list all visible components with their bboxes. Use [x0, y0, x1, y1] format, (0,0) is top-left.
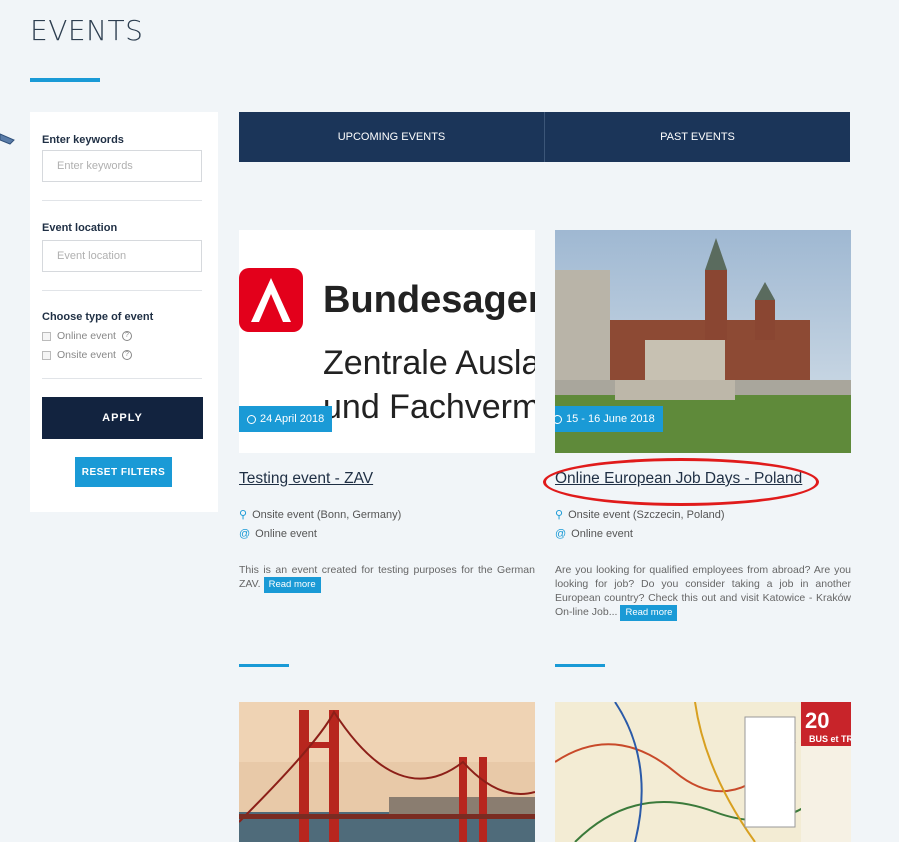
keywords-label: Enter keywords: [42, 134, 124, 146]
divider: [42, 290, 202, 291]
event-title-link[interactable]: Testing event - ZAV: [239, 470, 373, 488]
reset-filters-button[interactable]: RESET FILTERS: [75, 457, 172, 487]
event-date: 24 April 2018: [260, 413, 325, 425]
event-date: 15 - 16 June 2018: [566, 413, 655, 425]
onsite-location: Onsite event (Bonn, Germany): [252, 508, 402, 521]
help-circle-icon[interactable]: ?: [121, 350, 132, 360]
logo-line-3: und Fachvermi: [323, 388, 535, 426]
tab-upcoming-events[interactable]: UPCOMING EVENTS: [239, 112, 545, 162]
read-more-button[interactable]: Read more: [620, 605, 678, 621]
onsite-info: ⚲ Onsite event (Szczecin, Poland): [555, 508, 725, 522]
location-label: Event location: [42, 222, 118, 234]
onsite-location: Onsite event (Szczecin, Poland): [568, 508, 725, 521]
logo-line-2: Zentrale Auslan: [323, 344, 535, 382]
map-pin-icon: ⚲: [239, 509, 248, 521]
online-info: @ Online event: [555, 528, 633, 540]
logo-line-1: Bundesagen: [323, 279, 535, 321]
checkbox-icon[interactable]: [42, 331, 51, 341]
onsite-event-checkbox[interactable]: Onsite event ?: [42, 349, 132, 361]
online-event-checkbox[interactable]: Online event ?: [42, 330, 132, 342]
read-more-button[interactable]: Read more: [263, 577, 321, 593]
onsite-info: ⚲ Onsite event (Bonn, Germany): [239, 508, 402, 522]
decorative-pencil-icon: [0, 133, 15, 145]
page-title: EVENTS: [30, 14, 144, 47]
event-type-label: Choose type of event: [42, 311, 154, 323]
divider: [42, 200, 202, 201]
location-input[interactable]: [42, 240, 202, 272]
help-circle-icon[interactable]: ?: [121, 331, 132, 341]
online-info: @ Online event: [239, 528, 317, 540]
transit-map-image: 20 BUS et TR: [555, 702, 851, 842]
clock-icon: [247, 414, 256, 424]
card-underline: [555, 664, 605, 667]
map-badge-text: BUS et TR: [809, 734, 851, 744]
date-badge: 24 April 2018: [239, 406, 333, 432]
event-image[interactable]: Bundesagen Zentrale Auslan und Fachvermi…: [239, 230, 535, 453]
clock-icon: [555, 414, 562, 424]
event-image[interactable]: [239, 702, 535, 842]
event-description: Are you looking for qualified employees …: [555, 563, 851, 621]
event-image[interactable]: 15 - 16 June 2018: [555, 230, 851, 453]
description-text: Are you looking for qualified employees …: [555, 564, 851, 618]
apply-button[interactable]: APPLY: [42, 397, 203, 439]
bridge-photo: [239, 702, 535, 842]
at-icon: @: [239, 528, 251, 540]
filter-sidebar: Enter keywords Event location Choose typ…: [30, 112, 218, 512]
event-image[interactable]: 20 BUS et TR: [555, 702, 851, 842]
online-label: Online event: [571, 528, 633, 540]
event-description: This is an event created for testing pur…: [239, 563, 535, 593]
map-pin-icon: ⚲: [555, 509, 564, 521]
keywords-input[interactable]: [42, 150, 202, 182]
map-badge-number: 20: [805, 708, 829, 733]
divider: [42, 378, 202, 379]
event-title-link[interactable]: Online European Job Days - Poland: [555, 470, 802, 488]
online-event-label: Online event: [57, 330, 116, 342]
tab-past-events[interactable]: PAST EVENTS: [545, 112, 850, 162]
checkbox-icon[interactable]: [42, 350, 51, 360]
online-label: Online event: [255, 528, 317, 540]
date-badge: 15 - 16 June 2018: [555, 406, 663, 432]
event-tabs: UPCOMING EVENTS PAST EVENTS: [239, 112, 850, 162]
title-underline: [30, 78, 100, 82]
at-icon: @: [555, 528, 567, 540]
onsite-event-label: Onsite event: [57, 349, 116, 361]
card-underline: [239, 664, 289, 667]
